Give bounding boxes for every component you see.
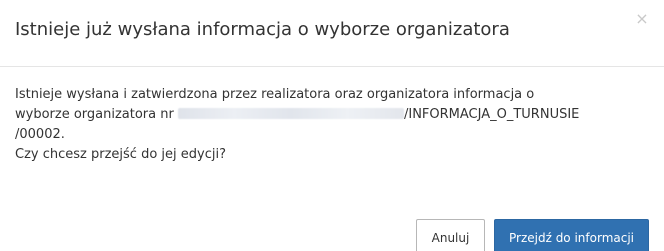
dialog-footer: Anuluj Przejdź do informacji <box>0 219 664 251</box>
dialog-body: Istnieje wysłana i zatwierdzona przez re… <box>15 85 649 165</box>
cancel-button[interactable]: Anuluj <box>416 219 485 251</box>
message-question: Czy chcesz przejść do jej edycji? <box>15 147 226 162</box>
dialog-title: Istnieje już wysłana informacja o wyborz… <box>15 19 510 40</box>
message-text: Istnieje wysłana i zatwierdzona przez re… <box>15 85 649 165</box>
message-line-1: Istnieje wysłana i zatwierdzona przez re… <box>15 87 535 102</box>
dialog-header: Istnieje już wysłana informacja o wyborz… <box>0 0 664 67</box>
confirmation-dialog: Istnieje już wysłana informacja o wyborz… <box>0 0 664 251</box>
message-line-3: /00002. <box>15 127 65 142</box>
message-line-2-prefix: wyborze organizatora nr <box>15 107 178 122</box>
close-icon[interactable]: × <box>634 11 650 27</box>
redacted-number <box>177 108 404 119</box>
go-to-information-button[interactable]: Przejdź do informacji <box>494 219 649 251</box>
message-line-2-suffix: /INFORMACJA_O_TURNUSIE <box>403 107 580 122</box>
